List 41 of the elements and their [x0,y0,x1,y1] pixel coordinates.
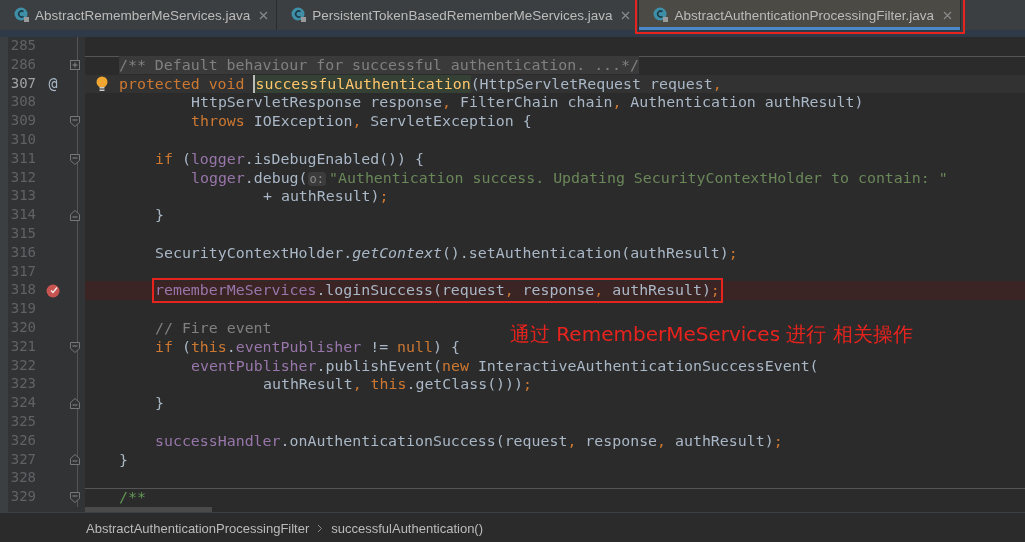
code-line: logger.debug(o: "Authentication success. Updating SecurityContextHolder to contain: " [191,168,948,188]
code-line: SecurityContextHolder.getContext().setAuthentication(authResult); [155,243,738,263]
fold-icon[interactable] [70,341,80,353]
code-line: // Fire event [155,318,272,338]
code-line: if (this.eventPublisher != null) { [155,337,460,357]
fold-end-icon[interactable] [70,398,80,410]
code-line: throws IOException, ServletException { [191,112,532,131]
code-line: if (logger.isDebugEnabled()) { [155,149,424,169]
close-icon[interactable] [621,10,631,20]
code-line: HttpServletResponse response, FilterChain chain, Authentication authResult) [191,93,864,113]
code-line: /** [119,488,146,507]
breadcrumb-item[interactable]: AbstractAuthenticationProcessingFilter [86,520,310,536]
class-file-icon [14,7,30,23]
code-line: protected void successfulAuthentication(HttpServletRequest request, [119,74,722,94]
code-line: eventPublisher.publishEvent(new InteractiveAuthenticationSuccessEvent( [191,356,819,376]
code-line: + authResult); [263,187,389,207]
line-number: 307 [9,74,36,93]
code-line: } [119,450,128,470]
code-line: } [155,206,164,225]
fold-icon[interactable] [70,492,80,503]
expand-icon[interactable] [70,60,80,71]
editor-tab[interactable]: AbstractRememberMeServices.java [0,0,278,30]
fold-icon[interactable] [70,116,80,128]
override-marker[interactable]: @ [48,75,58,93]
fold-end-icon[interactable] [70,454,80,466]
scrollbar[interactable] [85,506,212,512]
code-line: successHandler.onAuthenticationSuccess(request, response, authResult); [155,431,783,451]
chevron-icon [317,523,324,533]
code-line: authResult, this.getClass())); [263,375,532,395]
breadcrumb-item[interactable]: successfulAuthentication() [331,520,484,536]
fold-end-icon[interactable] [70,210,80,222]
code-line: } [155,394,164,413]
annotation-text: 通过 RememberMeServices 进行 相关操作 [510,321,913,348]
breakpoint-icon[interactable] [46,283,60,298]
fold-icon[interactable] [70,153,80,165]
close-icon[interactable] [259,10,269,20]
class-file-icon [653,7,670,23]
lightbulb-icon[interactable] [96,76,108,92]
class-file-icon [291,7,308,23]
code-line: rememberMeServices.loginSuccess(request, response, authResult); [155,281,720,301]
close-icon[interactable] [943,10,953,20]
